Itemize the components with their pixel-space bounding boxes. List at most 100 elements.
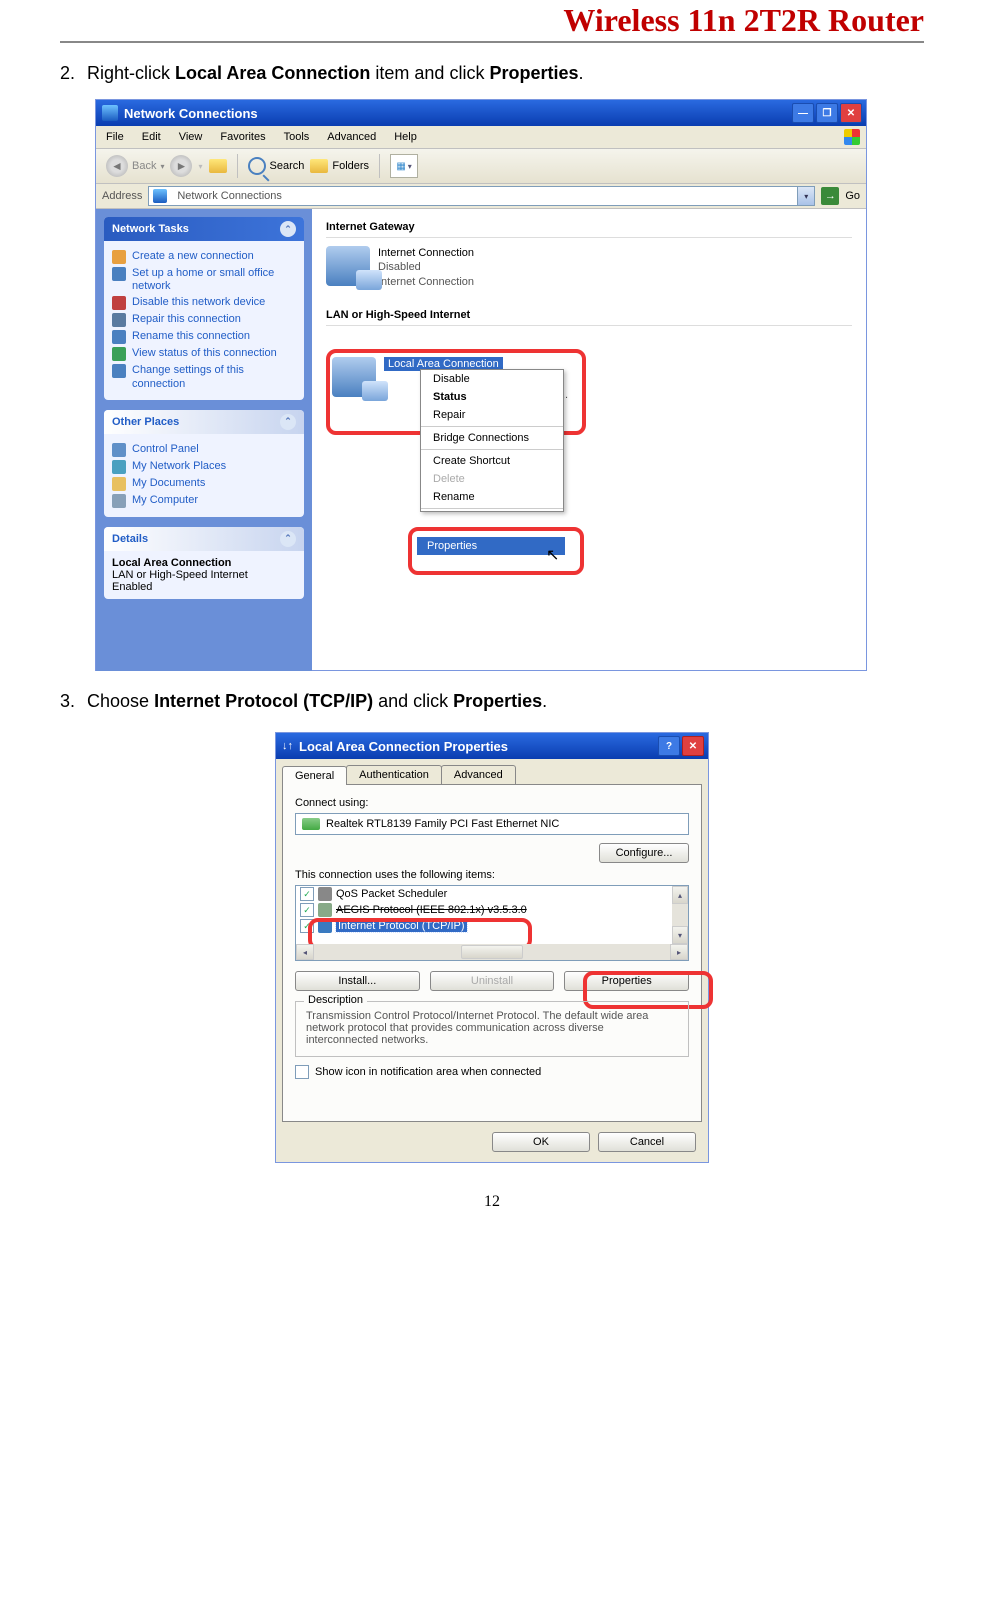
menu-disable[interactable]: Disable bbox=[421, 370, 563, 388]
menu-shortcut[interactable]: Create Shortcut bbox=[421, 452, 563, 470]
scroll-down-icon[interactable]: ▾ bbox=[672, 926, 688, 944]
task-label: View status of this connection bbox=[132, 347, 277, 360]
place-item[interactable]: My Network Places bbox=[112, 460, 296, 474]
scroll-up-icon[interactable]: ▴ bbox=[672, 886, 688, 904]
description-text: Transmission Control Protocol/Internet P… bbox=[306, 1010, 678, 1046]
checkbox-icon[interactable]: ✓ bbox=[300, 919, 314, 933]
menubar: File Edit View Favorites Tools Advanced … bbox=[96, 126, 866, 149]
step-3-pre: Choose bbox=[87, 691, 154, 711]
menu-tools[interactable]: Tools bbox=[284, 131, 310, 143]
menu-bridge[interactable]: Bridge Connections bbox=[421, 429, 563, 447]
minimize-button[interactable]: — bbox=[792, 103, 814, 123]
ic-type: Internet Connection bbox=[378, 275, 474, 289]
ok-button[interactable]: OK bbox=[492, 1132, 590, 1152]
place-item[interactable]: Control Panel bbox=[112, 443, 296, 457]
menu-properties[interactable]: Properties bbox=[417, 537, 565, 555]
horizontal-scrollbar[interactable]: ◂ ▸ bbox=[296, 944, 688, 960]
other-places-box: Other Places ⌃ Control Panel My Network … bbox=[104, 410, 304, 517]
cancel-button[interactable]: Cancel bbox=[598, 1132, 696, 1152]
help-button[interactable]: ? bbox=[658, 736, 680, 756]
network-tasks-head[interactable]: Network Tasks ⌃ bbox=[104, 217, 304, 241]
internet-connection-item[interactable]: Internet Connection Disabled Internet Co… bbox=[326, 246, 852, 289]
menu-help[interactable]: Help bbox=[394, 131, 417, 143]
menu-advanced[interactable]: Advanced bbox=[327, 131, 376, 143]
install-button[interactable]: Install... bbox=[295, 971, 420, 991]
step-2-b1: Local Area Connection bbox=[175, 63, 370, 83]
side-panel: Network Tasks ⌃ Create a new connection … bbox=[96, 209, 312, 671]
scroll-left-icon[interactable]: ◂ bbox=[296, 944, 314, 960]
list-item-qos[interactable]: ✓ QoS Packet Scheduler bbox=[296, 886, 688, 902]
menu-favorites[interactable]: Favorites bbox=[220, 131, 265, 143]
place-item[interactable]: My Computer bbox=[112, 494, 296, 508]
maximize-button[interactable]: ❐ bbox=[816, 103, 838, 123]
forward-button[interactable]: ► bbox=[170, 155, 192, 177]
uninstall-button[interactable]: Uninstall bbox=[430, 971, 555, 991]
my-computer-icon bbox=[112, 494, 126, 508]
vertical-scrollbar[interactable]: ▴ ▾ bbox=[672, 886, 688, 944]
network-tasks-box: Network Tasks ⌃ Create a new connection … bbox=[104, 217, 304, 400]
checkbox-icon[interactable]: ✓ bbox=[300, 887, 314, 901]
tab-general[interactable]: General bbox=[282, 766, 347, 785]
details-head[interactable]: Details ⌃ bbox=[104, 527, 304, 551]
scroll-right-icon[interactable]: ▸ bbox=[670, 944, 688, 960]
menu-edit[interactable]: Edit bbox=[142, 131, 161, 143]
disable-device-icon bbox=[112, 296, 126, 310]
menu-file[interactable]: File bbox=[106, 131, 124, 143]
menu-repair[interactable]: Repair bbox=[421, 406, 563, 424]
cursor-icon: ↖ bbox=[546, 545, 559, 565]
titlebar[interactable]: Network Connections — ❐ ✕ bbox=[96, 100, 866, 126]
scroll-thumb[interactable] bbox=[461, 945, 523, 959]
views-button[interactable]: ▦▾ bbox=[390, 154, 418, 178]
place-item[interactable]: My Documents bbox=[112, 477, 296, 491]
task-item[interactable]: Set up a home or small office network bbox=[112, 267, 296, 293]
lan-icon bbox=[332, 357, 376, 397]
tab-advanced[interactable]: Advanced bbox=[441, 765, 516, 784]
up-button[interactable] bbox=[209, 159, 227, 173]
task-item[interactable]: Change settings of this connection bbox=[112, 364, 296, 390]
back-button[interactable]: ◄ Back ▾ bbox=[106, 155, 164, 177]
go-button[interactable]: → bbox=[821, 187, 839, 205]
list-item-aegis[interactable]: ✓ AEGIS Protocol (IEEE 802.1x) v3.5.3.0 bbox=[296, 902, 688, 918]
address-icon bbox=[153, 189, 167, 203]
task-item[interactable]: View status of this connection bbox=[112, 347, 296, 361]
my-documents-icon bbox=[112, 477, 126, 491]
menu-status[interactable]: Status bbox=[421, 388, 563, 406]
show-icon-checkbox[interactable] bbox=[295, 1065, 309, 1079]
list-item-tcpip[interactable]: ✓ Internet Protocol (TCP/IP) bbox=[296, 918, 688, 934]
task-item[interactable]: Create a new connection bbox=[112, 250, 296, 264]
repair-icon bbox=[112, 313, 126, 327]
close-button[interactable]: ✕ bbox=[682, 736, 704, 756]
components-list[interactable]: ✓ QoS Packet Scheduler ✓ AEGIS Protocol … bbox=[295, 885, 689, 961]
task-item[interactable]: Disable this network device bbox=[112, 296, 296, 310]
tab-authentication[interactable]: Authentication bbox=[346, 765, 442, 784]
task-item[interactable]: Repair this connection bbox=[112, 313, 296, 327]
properties-button[interactable]: Properties bbox=[564, 971, 689, 991]
show-icon-label: Show icon in notification area when conn… bbox=[315, 1066, 541, 1078]
address-value: Network Connections bbox=[177, 190, 282, 202]
show-icon-row[interactable]: Show icon in notification area when conn… bbox=[295, 1065, 689, 1079]
task-label: Rename this connection bbox=[132, 330, 250, 343]
other-places-head[interactable]: Other Places ⌃ bbox=[104, 410, 304, 434]
address-dropdown[interactable]: ▾ bbox=[797, 187, 814, 205]
menu-view[interactable]: View bbox=[179, 131, 203, 143]
menu-delete[interactable]: Delete bbox=[421, 470, 563, 488]
search-button[interactable]: Search bbox=[248, 157, 305, 175]
place-label: My Network Places bbox=[132, 460, 226, 473]
close-button[interactable]: ✕ bbox=[840, 103, 862, 123]
folders-button[interactable]: Folders bbox=[310, 159, 369, 173]
network-connections-window: Network Connections — ❐ ✕ File Edit View… bbox=[95, 99, 867, 671]
details-line3: Enabled bbox=[112, 581, 296, 593]
lan-properties-dialog: ↓↑ Local Area Connection Properties ? ✕ … bbox=[275, 732, 709, 1163]
dialog-titlebar[interactable]: ↓↑ Local Area Connection Properties ? ✕ bbox=[276, 733, 708, 759]
dialog-buttons: OK Cancel bbox=[276, 1122, 708, 1162]
dialog-title: Local Area Connection Properties bbox=[299, 739, 508, 754]
menu-rename[interactable]: Rename bbox=[421, 488, 563, 506]
task-item[interactable]: Rename this connection bbox=[112, 330, 296, 344]
rename-icon bbox=[112, 330, 126, 344]
address-input[interactable]: Network Connections ▾ bbox=[148, 186, 815, 206]
checkbox-icon[interactable]: ✓ bbox=[300, 903, 314, 917]
task-label: Repair this connection bbox=[132, 313, 241, 326]
step-3: 3. Choose Internet Protocol (TCP/IP) and… bbox=[60, 691, 924, 712]
configure-button[interactable]: Configure... bbox=[599, 843, 689, 863]
context-menu: Disable Status Repair Bridge Connections… bbox=[420, 369, 564, 512]
